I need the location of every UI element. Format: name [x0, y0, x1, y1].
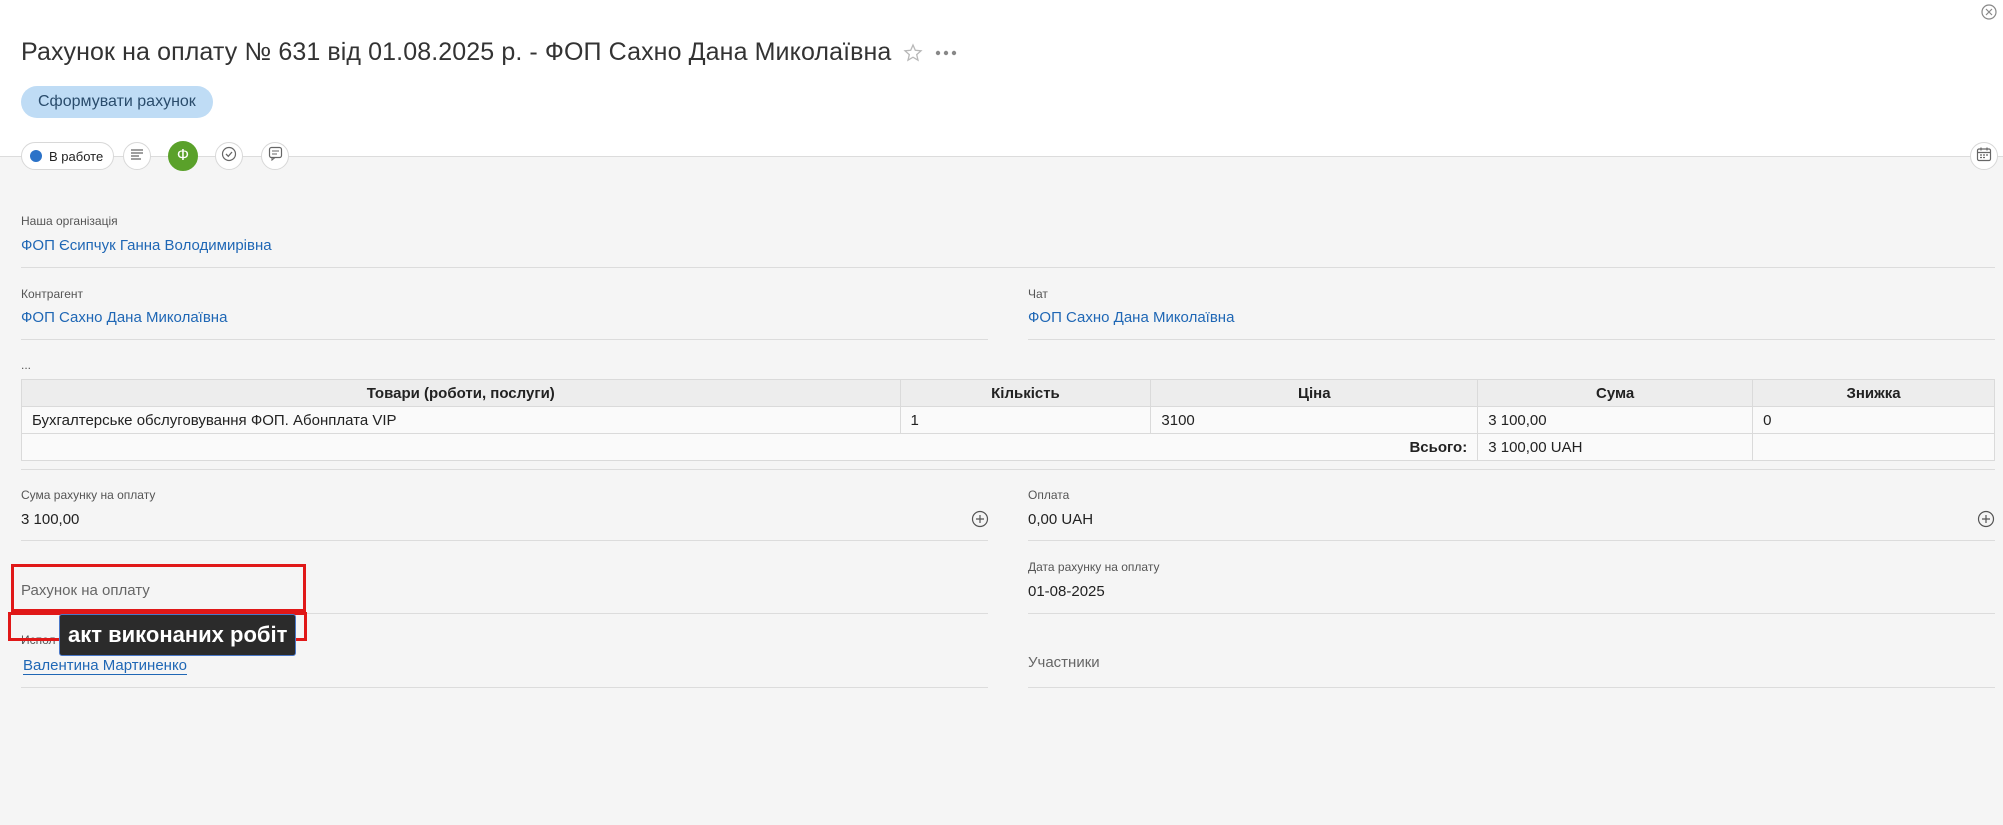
- generate-invoice-button[interactable]: Сформувати рахунок: [21, 86, 213, 118]
- separator: [1028, 613, 1995, 614]
- page-title: Рахунок на оплату № 631 від 01.08.2025 р…: [21, 38, 892, 66]
- status-dot-icon: [30, 150, 42, 162]
- comment-button[interactable]: [261, 142, 289, 170]
- chat-label: Чат: [1028, 287, 1048, 301]
- our-org-link[interactable]: ФОП Єсипчук Ганна Володимирівна: [21, 237, 272, 254]
- table-total-row: Всього: 3 100,00 UAH: [20, 433, 1995, 461]
- comment-icon: [268, 146, 283, 166]
- status-button[interactable]: В работе: [21, 142, 115, 170]
- check-button[interactable]: [215, 142, 243, 170]
- goods-table: Товари (роботи, послуги) Кількість Ціна …: [20, 379, 1995, 461]
- separator: [21, 540, 988, 541]
- separator: [21, 687, 988, 688]
- our-org-label: Наша організація: [21, 214, 118, 228]
- check-circle-icon: [221, 146, 237, 167]
- table-cell: 1: [899, 406, 1152, 434]
- separator: [21, 339, 988, 340]
- table-cell: 0: [1752, 406, 1995, 434]
- table-cell: 3 100,00: [1477, 406, 1754, 434]
- column-header: Ціна: [1150, 379, 1479, 407]
- more-options-icon[interactable]: [935, 43, 957, 63]
- star-icon[interactable]: [903, 42, 924, 63]
- tooltip: акт виконаних робіт: [59, 614, 297, 656]
- title-row: Рахунок на оплату № 631 від 01.08.2025 р…: [21, 38, 957, 67]
- invoice-sum-label: Сума рахунку на оплату: [21, 488, 156, 502]
- column-header: Знижка: [1752, 379, 1995, 407]
- highlight-box: [11, 564, 306, 612]
- calendar-icon: [1976, 146, 1992, 167]
- executor-link[interactable]: Валентина Мартиненко: [23, 657, 188, 675]
- close-icon[interactable]: [1981, 4, 1997, 20]
- list-icon: [130, 147, 144, 165]
- add-circle-icon[interactable]: [971, 510, 989, 528]
- column-header: Кількість: [899, 379, 1152, 407]
- column-header: Сума: [1477, 379, 1754, 407]
- counterparty-label: Контрагент: [21, 287, 84, 301]
- payment-value[interactable]: 0,00 UAH: [1028, 511, 1093, 528]
- participants-field[interactable]: Участники: [1028, 654, 1100, 671]
- table-caption: ...: [21, 358, 32, 372]
- separator: [21, 469, 1995, 470]
- chat-link[interactable]: ФОП Сахно Дана Миколаївна: [1028, 309, 1234, 326]
- total-value: 3 100,00 UAH: [1477, 433, 1754, 461]
- toolbar-divider: [0, 156, 2003, 157]
- invoice-sum-value[interactable]: 3 100,00: [21, 511, 79, 528]
- total-label: Всього:: [20, 433, 1479, 461]
- invoice-date-label: Дата рахунку на оплату: [1028, 560, 1160, 574]
- separator: [21, 267, 1995, 268]
- add-circle-icon[interactable]: [1977, 510, 1995, 528]
- table-cell-empty: [1752, 433, 1995, 461]
- header-area: [0, 0, 2003, 156]
- invoice-date-value[interactable]: 01-08-2025: [1028, 583, 1105, 600]
- table-cell: 3100: [1150, 406, 1479, 434]
- list-button[interactable]: [123, 142, 151, 170]
- separator: [1028, 540, 1995, 541]
- table-cell: Бухгалтерське обслуговування ФОП. Абонпл…: [21, 406, 901, 434]
- column-header: Товари (роботи, послуги): [21, 379, 901, 407]
- calendar-button[interactable]: [1970, 142, 1998, 170]
- separator: [1028, 687, 1995, 688]
- separator: [1028, 339, 1995, 340]
- table-header-row: Товари (роботи, послуги) Кількість Ціна …: [21, 379, 1995, 407]
- payment-label: Оплата: [1028, 488, 1070, 502]
- f-button[interactable]: Ф: [168, 141, 198, 171]
- table-row: Бухгалтерське обслуговування ФОП. Абонпл…: [21, 406, 1995, 434]
- ф-icon: Ф: [176, 147, 190, 164]
- counterparty-link[interactable]: ФОП Сахно Дана Миколаївна: [21, 309, 227, 326]
- status-label: В работе: [49, 148, 104, 164]
